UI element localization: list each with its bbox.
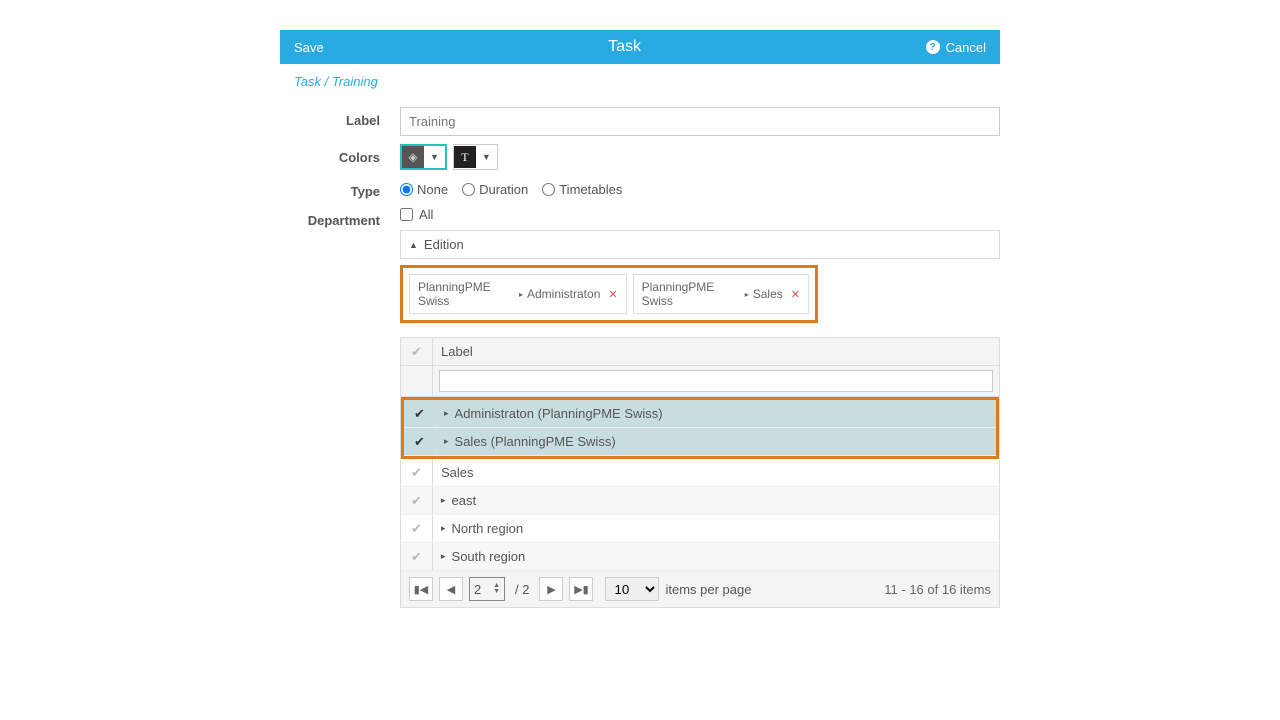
table-row[interactable]: ✔ Sales [401, 459, 999, 487]
caret-right-icon[interactable]: ▸ [444, 436, 449, 447]
table-row[interactable]: ✔ ▸Sales (PlanningPME Swiss) [404, 428, 996, 456]
caret-right-icon[interactable]: ▸ [441, 523, 446, 534]
check-icon: ✔ [411, 549, 422, 565]
department-all-checkbox[interactable]: All [400, 207, 1000, 222]
selected-rows-highlight: ✔ ▸Administraton (PlanningPME Swiss) ✔ ▸… [401, 397, 999, 459]
department-field-label: Department [280, 207, 400, 228]
table-row[interactable]: ✔ ▸North region [401, 515, 999, 543]
table-row[interactable]: ✔ ▸Administraton (PlanningPME Swiss) [404, 400, 996, 428]
pager-page-input[interactable]: 2 ▲▼ [469, 577, 505, 601]
text-icon: T [454, 146, 476, 168]
department-grid: ✔ Label ✔ ▸Administraton (PlanningPME Sw… [400, 337, 1000, 608]
pager-prev-button[interactable]: ◀ [439, 577, 463, 601]
cancel-label: Cancel [946, 40, 986, 55]
cancel-button[interactable]: ? Cancel [926, 40, 986, 55]
type-field-label: Type [280, 178, 400, 199]
chevron-down-icon: ▼ [424, 152, 445, 162]
check-icon: ✔ [414, 406, 425, 422]
save-button[interactable]: Save [294, 40, 324, 55]
grid-pager: ▮◀ ◀ 2 ▲▼ / 2 ▶ ▶▮ 10 items per page 11 … [401, 571, 999, 607]
pager-first-button[interactable]: ▮◀ [409, 577, 433, 601]
tag-item: PlanningPME Swiss ▸ Administraton ✕ [409, 274, 627, 314]
text-color-picker[interactable]: T ▼ [453, 144, 498, 170]
table-row[interactable]: ✔ ▸east [401, 487, 999, 515]
page-size-select[interactable]: 10 [605, 577, 659, 601]
tag-item: PlanningPME Swiss ▸ Sales ✕ [633, 274, 809, 314]
caret-right-icon[interactable]: ▸ [441, 551, 446, 562]
label-input[interactable] [400, 107, 1000, 136]
check-icon: ✔ [411, 465, 422, 481]
paint-icon: ◈ [402, 146, 424, 168]
label-field-label: Label [280, 107, 400, 128]
caret-up-icon: ▲ [409, 240, 418, 250]
help-icon[interactable]: ? [926, 40, 940, 54]
caret-right-icon: ▸ [745, 290, 749, 299]
label-filter-input[interactable] [439, 370, 993, 392]
check-icon: ✔ [411, 493, 422, 509]
edition-toggle[interactable]: ▲ Edition [400, 230, 1000, 259]
pager-last-button[interactable]: ▶▮ [569, 577, 593, 601]
table-row[interactable]: ✔ ▸South region [401, 543, 999, 571]
pager-next-button[interactable]: ▶ [539, 577, 563, 601]
items-per-page-label: items per page [665, 582, 751, 597]
caret-right-icon: ▸ [519, 290, 523, 299]
breadcrumb[interactable]: Task / Training [280, 64, 1000, 99]
caret-right-icon[interactable]: ▸ [444, 408, 449, 419]
type-radio-none[interactable]: None [400, 182, 448, 197]
type-radio-duration[interactable]: Duration [462, 182, 528, 197]
chevron-down-icon: ▼ [476, 152, 497, 162]
pager-info: 11 - 16 of 16 items [884, 582, 991, 597]
check-icon: ✔ [411, 344, 422, 360]
colors-field-label: Colors [280, 144, 400, 165]
check-icon: ✔ [411, 521, 422, 537]
remove-tag-icon[interactable]: ✕ [791, 288, 800, 301]
type-radio-timetables[interactable]: Timetables [542, 182, 622, 197]
dialog-title: Task [324, 38, 926, 56]
stepper-icon[interactable]: ▲▼ [493, 583, 500, 595]
remove-tag-icon[interactable]: ✕ [608, 288, 617, 301]
caret-right-icon[interactable]: ▸ [441, 495, 446, 506]
select-all-checkbox[interactable]: ✔ [401, 338, 433, 365]
selected-tags-box: PlanningPME Swiss ▸ Administraton ✕ Plan… [400, 265, 818, 323]
background-color-picker[interactable]: ◈ ▼ [400, 144, 447, 170]
check-icon: ✔ [414, 434, 425, 450]
column-header-label[interactable]: Label [433, 338, 999, 365]
dialog-header: Save Task ? Cancel [280, 30, 1000, 64]
pager-total-pages: / 2 [515, 582, 529, 597]
